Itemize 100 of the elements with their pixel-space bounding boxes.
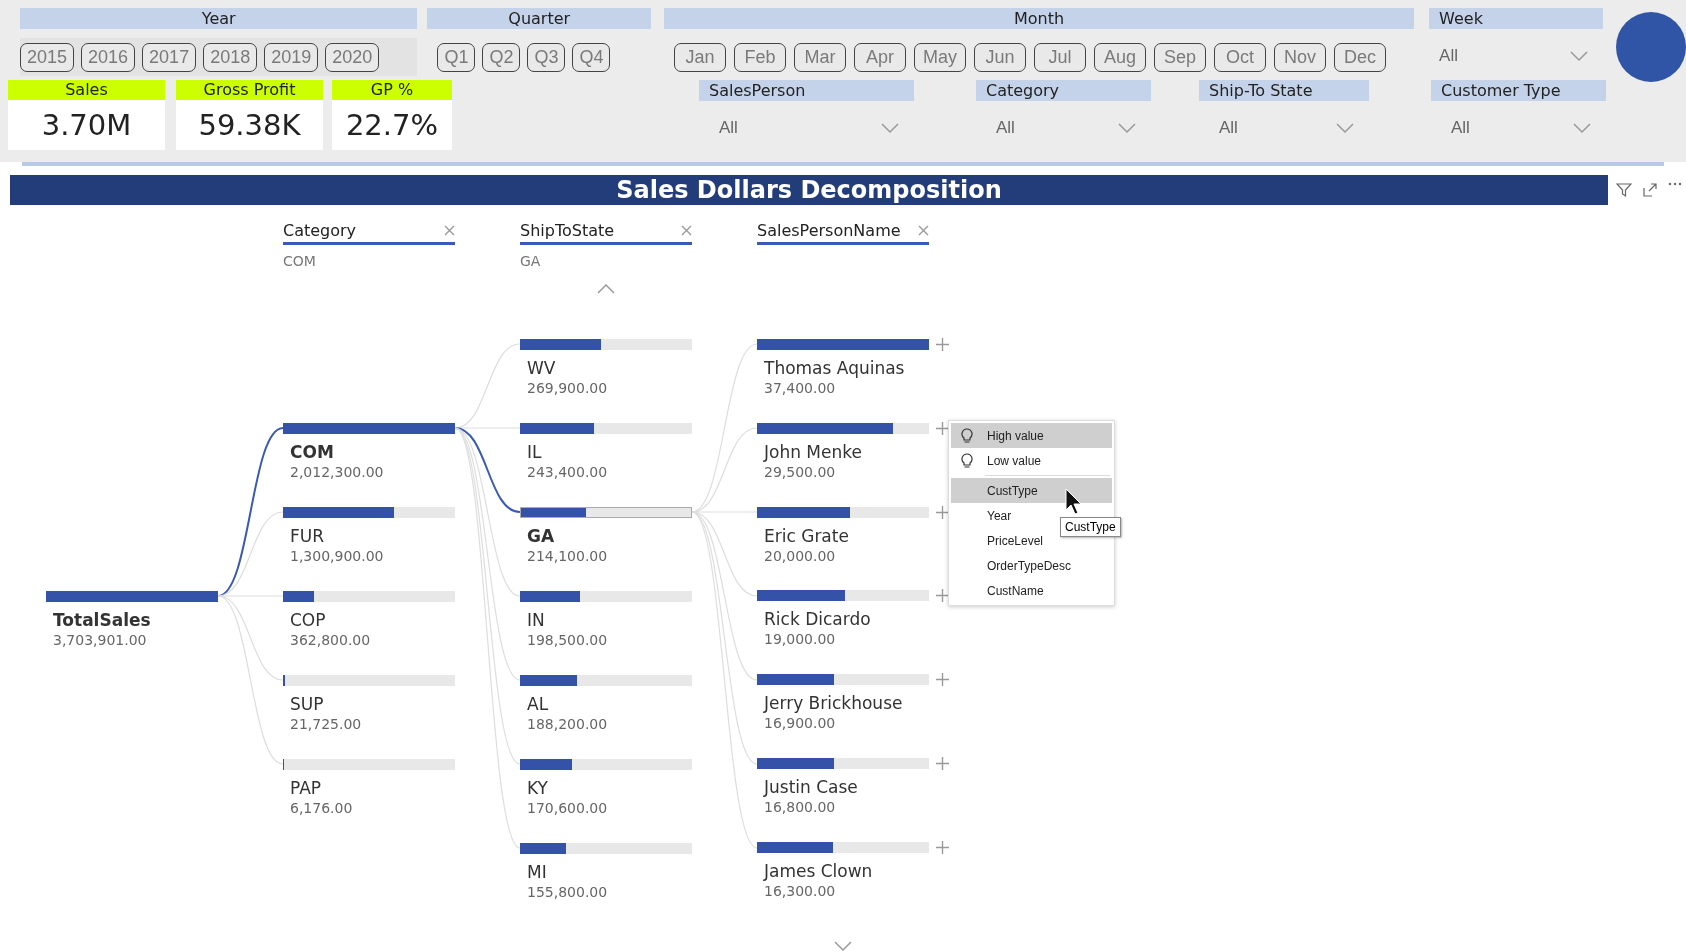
slicer-dropdown[interactable]: All — [1199, 113, 1369, 143]
node-value: 20,000.00 — [764, 547, 837, 564]
node-value: 29,500.00 — [764, 463, 837, 480]
tooltip: CustType — [1060, 517, 1121, 537]
slicer-dropdown[interactable]: All — [1431, 113, 1606, 143]
quarter-button[interactable]: Q1 — [437, 42, 476, 72]
month-button[interactable]: Apr — [853, 42, 906, 72]
year-button[interactable]: 2020 — [325, 42, 380, 72]
node-name: MI — [527, 862, 548, 882]
year-button[interactable]: 2017 — [142, 42, 197, 72]
node-name: COM — [290, 442, 335, 462]
month-button[interactable]: Jun — [973, 42, 1026, 72]
menu-item[interactable]: High value — [951, 423, 1112, 448]
node-bar[interactable] — [757, 674, 835, 686]
kpi-label: Sales — [8, 80, 165, 100]
scroll-up-icon[interactable] — [596, 283, 616, 295]
node-value: 6,176.00 — [290, 800, 354, 816]
plus-icon[interactable] — [936, 337, 949, 351]
node-value: 243,400.00 — [527, 464, 609, 480]
slicer-dropdown[interactable]: All — [699, 113, 914, 143]
node-bar[interactable] — [757, 506, 850, 518]
month-button[interactable]: Sep — [1153, 42, 1206, 72]
close-icon[interactable] — [681, 225, 692, 236]
menu-item[interactable]: CustType — [951, 478, 1112, 503]
scroll-down-icon[interactable] — [833, 939, 853, 952]
close-icon[interactable] — [918, 225, 929, 236]
node-bar[interactable] — [46, 591, 218, 602]
month-button[interactable]: Oct — [1213, 42, 1266, 72]
plus-icon[interactable] — [936, 673, 949, 687]
slicer-header: Quarter — [427, 8, 651, 29]
quarter-button[interactable]: Q4 — [572, 42, 611, 72]
plus-icon[interactable] — [936, 841, 949, 855]
month-button[interactable]: May — [913, 42, 966, 72]
month-button[interactable]: Mar — [793, 42, 846, 72]
plus-icon[interactable] — [936, 589, 949, 603]
node-bar[interactable] — [521, 508, 586, 517]
month-button[interactable]: Dec — [1333, 42, 1386, 72]
level-filter-value: GA — [520, 253, 542, 269]
level-field-name: Category — [283, 221, 357, 240]
level-filter-value: COM — [283, 253, 317, 269]
level-field-name: ShipToState — [520, 221, 615, 240]
chevron-down-icon — [1335, 122, 1355, 134]
node-value: 21,725.00 — [290, 716, 363, 732]
node-name: Justin Case — [764, 777, 859, 798]
month-button[interactable]: Feb — [733, 42, 786, 72]
node-bar[interactable] — [757, 758, 835, 770]
node-bar[interactable] — [520, 675, 577, 686]
node-bar[interactable] — [520, 591, 581, 602]
node-bar[interactable] — [757, 338, 929, 350]
kpi-label: GP % — [332, 80, 452, 100]
chevron-down-icon — [1117, 122, 1137, 134]
kpi-value: 3.70M — [40, 108, 133, 142]
node-name: John Menke — [764, 441, 863, 462]
slicer-dropdown[interactable]: All — [976, 113, 1151, 143]
month-button[interactable]: Aug — [1093, 42, 1146, 72]
plus-icon[interactable] — [936, 505, 949, 519]
node-name: PAP — [290, 778, 323, 798]
node-bar[interactable] — [757, 422, 893, 434]
node-bar[interactable] — [520, 759, 572, 770]
node-name: Rick Dicardo — [764, 609, 872, 630]
more-options-icon[interactable] — [1668, 182, 1682, 186]
slicer-header: SalesPerson — [699, 80, 914, 101]
kpi-label: Gross Profit — [176, 80, 323, 100]
node-name: COP — [290, 610, 327, 630]
node-value: 214,100.00 — [527, 548, 609, 564]
node-bar[interactable] — [757, 842, 833, 854]
filter-icon[interactable] — [1616, 182, 1632, 198]
kpi-value: 22.7% — [344, 108, 440, 142]
year-button[interactable]: 2015 — [20, 42, 75, 72]
node-bar[interactable] — [520, 843, 567, 854]
week-dropdown[interactable]: All — [1429, 41, 1603, 71]
slicer-header: Month — [663, 8, 1415, 29]
year-button[interactable]: 2018 — [203, 42, 258, 72]
close-icon[interactable] — [444, 225, 455, 236]
node-name: GA — [527, 526, 556, 546]
node-bar[interactable] — [283, 591, 314, 602]
plus-icon[interactable] — [936, 757, 949, 771]
visual-title: Sales Dollars Decomposition — [10, 175, 1608, 205]
node-value: 19,000.00 — [764, 631, 837, 648]
month-button[interactable]: Jan — [673, 42, 726, 72]
year-button[interactable]: 2019 — [264, 42, 319, 72]
cursor-icon — [1065, 488, 1083, 516]
expand-icon[interactable] — [1642, 182, 1658, 198]
node-name: Jerry Brickhouse — [764, 693, 904, 714]
node-bar[interactable] — [283, 423, 455, 434]
quarter-button[interactable]: Q2 — [482, 42, 521, 72]
node-name: WV — [527, 358, 557, 378]
quarter-button[interactable]: Q3 — [527, 42, 566, 72]
node-bar[interactable] — [520, 339, 601, 350]
month-button[interactable]: Jul — [1033, 42, 1086, 72]
slicer-header: Ship-To State — [1199, 80, 1369, 101]
node-value: 16,800.00 — [764, 799, 837, 816]
node-bar[interactable] — [757, 590, 845, 602]
plus-icon[interactable] — [936, 421, 949, 435]
node-bar[interactable] — [283, 507, 395, 518]
node-name: Thomas Aquinas — [764, 357, 906, 378]
node-bar[interactable] — [520, 423, 594, 434]
month-button[interactable]: Nov — [1273, 42, 1326, 72]
year-button[interactable]: 2016 — [81, 42, 136, 72]
node-value: 198,500.00 — [527, 632, 609, 648]
